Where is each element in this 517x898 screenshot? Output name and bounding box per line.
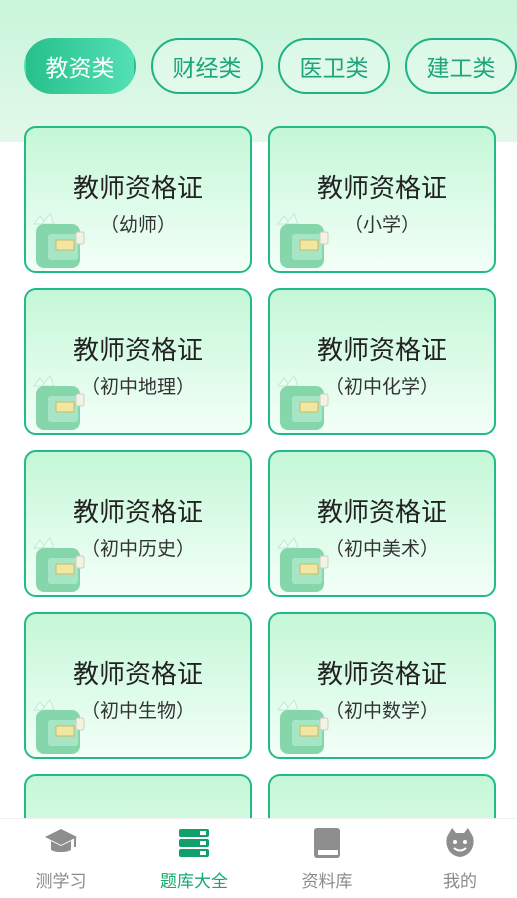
question-bank-card[interactable]: 教师资格证: [268, 774, 496, 818]
card-title: 教师资格证: [316, 498, 447, 528]
graduation-cap-icon: [45, 829, 77, 852]
card-subtitle: （初中历史）: [80, 538, 195, 560]
card-title: 教师资格证: [316, 336, 447, 366]
tab-label: 教资类: [45, 56, 115, 82]
tab-label: 财经类: [172, 56, 242, 82]
nav-item-materials[interactable]: 资料库: [277, 823, 377, 893]
card-title: 教师资格证: [72, 498, 203, 528]
notebook-icon: [314, 828, 340, 858]
nav-label: 测学习: [35, 872, 87, 892]
bottom-nav: 测学习 题库大全 资料库 我的: [0, 818, 517, 898]
card-title: 教师资格证: [72, 174, 203, 204]
question-bank-card[interactable]: 教师资格证 （幼师）: [24, 126, 252, 273]
question-bank-card[interactable]: 教师资格证: [24, 774, 252, 818]
nav-label: 资料库: [301, 872, 353, 892]
card-subtitle: （幼师）: [99, 214, 176, 236]
nav-item-study[interactable]: 测学习: [11, 823, 111, 893]
question-bank-card[interactable]: 教师资格证 （初中美术）: [268, 450, 496, 597]
tab-yiwei[interactable]: 医卫类: [278, 38, 390, 94]
nav-item-mine[interactable]: 我的: [410, 823, 510, 893]
card-subtitle: （初中地理）: [80, 376, 195, 398]
card-subtitle: （小学）: [343, 214, 420, 236]
card-subtitle: （初中美术）: [324, 538, 439, 560]
question-bank-card[interactable]: 教师资格证 （初中历史）: [24, 450, 252, 597]
card-title: 教师资格证: [72, 336, 203, 366]
book-stack-icon: [179, 829, 209, 857]
tab-label: 医卫类: [299, 56, 369, 82]
question-bank-card[interactable]: 教师资格证 （初中生物）: [24, 612, 252, 759]
smiley-face-icon: [446, 828, 474, 857]
card-title: 教师资格证: [72, 660, 203, 690]
tab-jiaozi[interactable]: 教资类: [24, 38, 136, 94]
tab-caijing[interactable]: 财经类: [151, 38, 263, 94]
nav-item-question-bank[interactable]: 题库大全: [144, 823, 244, 893]
tab-jiangong[interactable]: 建工类: [405, 38, 517, 94]
question-bank-card[interactable]: 教师资格证 （初中地理）: [24, 288, 252, 435]
tab-label: 建工类: [426, 56, 496, 82]
card-subtitle: （初中化学）: [324, 376, 439, 398]
question-bank-card[interactable]: 教师资格证 （小学）: [268, 126, 496, 273]
card-subtitle: （初中数学）: [324, 700, 439, 722]
card-title: 教师资格证: [316, 174, 447, 204]
card-title: 教师资格证: [316, 660, 447, 690]
nav-label: 我的: [443, 872, 477, 892]
category-tabs: 教资类 财经类 医卫类 建工类: [24, 38, 517, 98]
question-bank-card[interactable]: 教师资格证 （初中化学）: [268, 288, 496, 435]
nav-label: 题库大全: [160, 872, 228, 892]
category-header: 教资类 财经类 医卫类 建工类: [0, 0, 517, 142]
question-bank-grid: 教师资格证 （幼师） 教师资格证 （小学） 教师资格证 （初中地理） 教师资格证 （初中化学）…: [0, 126, 517, 818]
question-bank-card[interactable]: 教师资格证 （初中数学）: [268, 612, 496, 759]
card-subtitle: （初中生物）: [80, 700, 195, 722]
